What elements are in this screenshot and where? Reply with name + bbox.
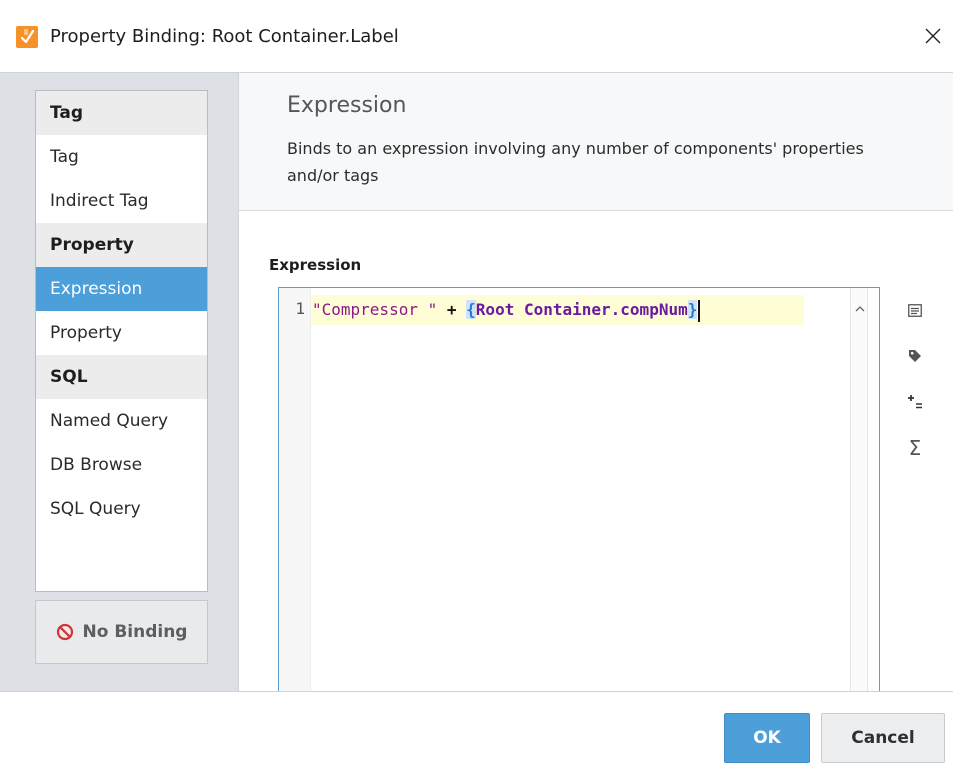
binding-category-header: Property	[36, 223, 207, 267]
binding-config-panel: Expression Binds to an expression involv…	[238, 73, 953, 692]
dialog-footer: OK Cancel	[0, 691, 953, 777]
main-panel: Tag Tag Indirect Tag Property Expression Prop…	[0, 72, 953, 692]
close-button[interactable]	[913, 14, 953, 58]
code-string-literal: "Compressor "	[312, 300, 438, 319]
expression-editor[interactable]: 1 "Compressor " + {Root Container.compNu…	[278, 287, 880, 692]
binding-type-title: Expression	[287, 93, 407, 118]
code-property-reference: Root Container.compNum	[475, 300, 688, 319]
binding-type-db-browse[interactable]: DB Browse	[36, 443, 207, 487]
operators-button[interactable]	[897, 387, 933, 417]
editor-scrollbar[interactable]	[850, 288, 868, 692]
code-close-brace: }	[687, 300, 698, 319]
list-icon	[908, 303, 922, 317]
binding-type-tag[interactable]: Tag	[36, 135, 207, 179]
title-bar: Property Binding: Root Container.Label	[0, 0, 953, 72]
text-caret	[698, 299, 701, 322]
binding-app-icon	[16, 26, 38, 48]
binding-type-named-query[interactable]: Named Query	[36, 399, 207, 443]
chevron-up-icon	[855, 305, 865, 311]
binding-category-header: Tag	[36, 91, 207, 135]
binding-type-description: Binds to an expression involving any num…	[287, 139, 864, 185]
window-title: Property Binding: Root Container.Label	[50, 26, 399, 47]
close-icon	[925, 28, 941, 44]
operator-icon	[908, 395, 922, 409]
line-number: 1	[295, 299, 305, 318]
no-binding-label: No Binding	[82, 622, 188, 642]
code-line[interactable]: "Compressor " + {Root Container.compNum}	[311, 295, 804, 325]
binding-type-list: Tag Tag Indirect Tag Property Expression Prop…	[35, 90, 208, 592]
scroll-up-button[interactable]	[851, 300, 869, 316]
ok-button[interactable]: OK	[724, 713, 810, 763]
code-open-brace: {	[466, 300, 476, 319]
tag-browse-button[interactable]	[897, 341, 933, 371]
function-sigma-icon: Σ	[908, 436, 922, 460]
binding-type-property[interactable]: Property	[36, 311, 207, 355]
no-entry-icon	[56, 623, 74, 641]
no-binding-button[interactable]: No Binding	[35, 600, 208, 664]
binding-type-indirect-tag[interactable]: Indirect Tag	[36, 179, 207, 223]
code-operator: +	[446, 300, 457, 319]
line-number-gutter: 1	[279, 288, 311, 692]
binding-type-expression[interactable]: Expression	[36, 267, 207, 311]
tag-icon	[909, 350, 921, 362]
binding-type-sql-query[interactable]: SQL Query	[36, 487, 207, 531]
binding-description-panel: Expression Binds to an expression involv…	[239, 73, 953, 211]
functions-button[interactable]: Σ	[897, 433, 933, 463]
property-browse-button[interactable]	[897, 295, 933, 325]
editor-toolbar: Σ	[897, 287, 937, 692]
binding-category-header: SQL	[36, 355, 207, 399]
expression-label: Expression	[269, 256, 362, 274]
cancel-button[interactable]: Cancel	[821, 713, 945, 763]
